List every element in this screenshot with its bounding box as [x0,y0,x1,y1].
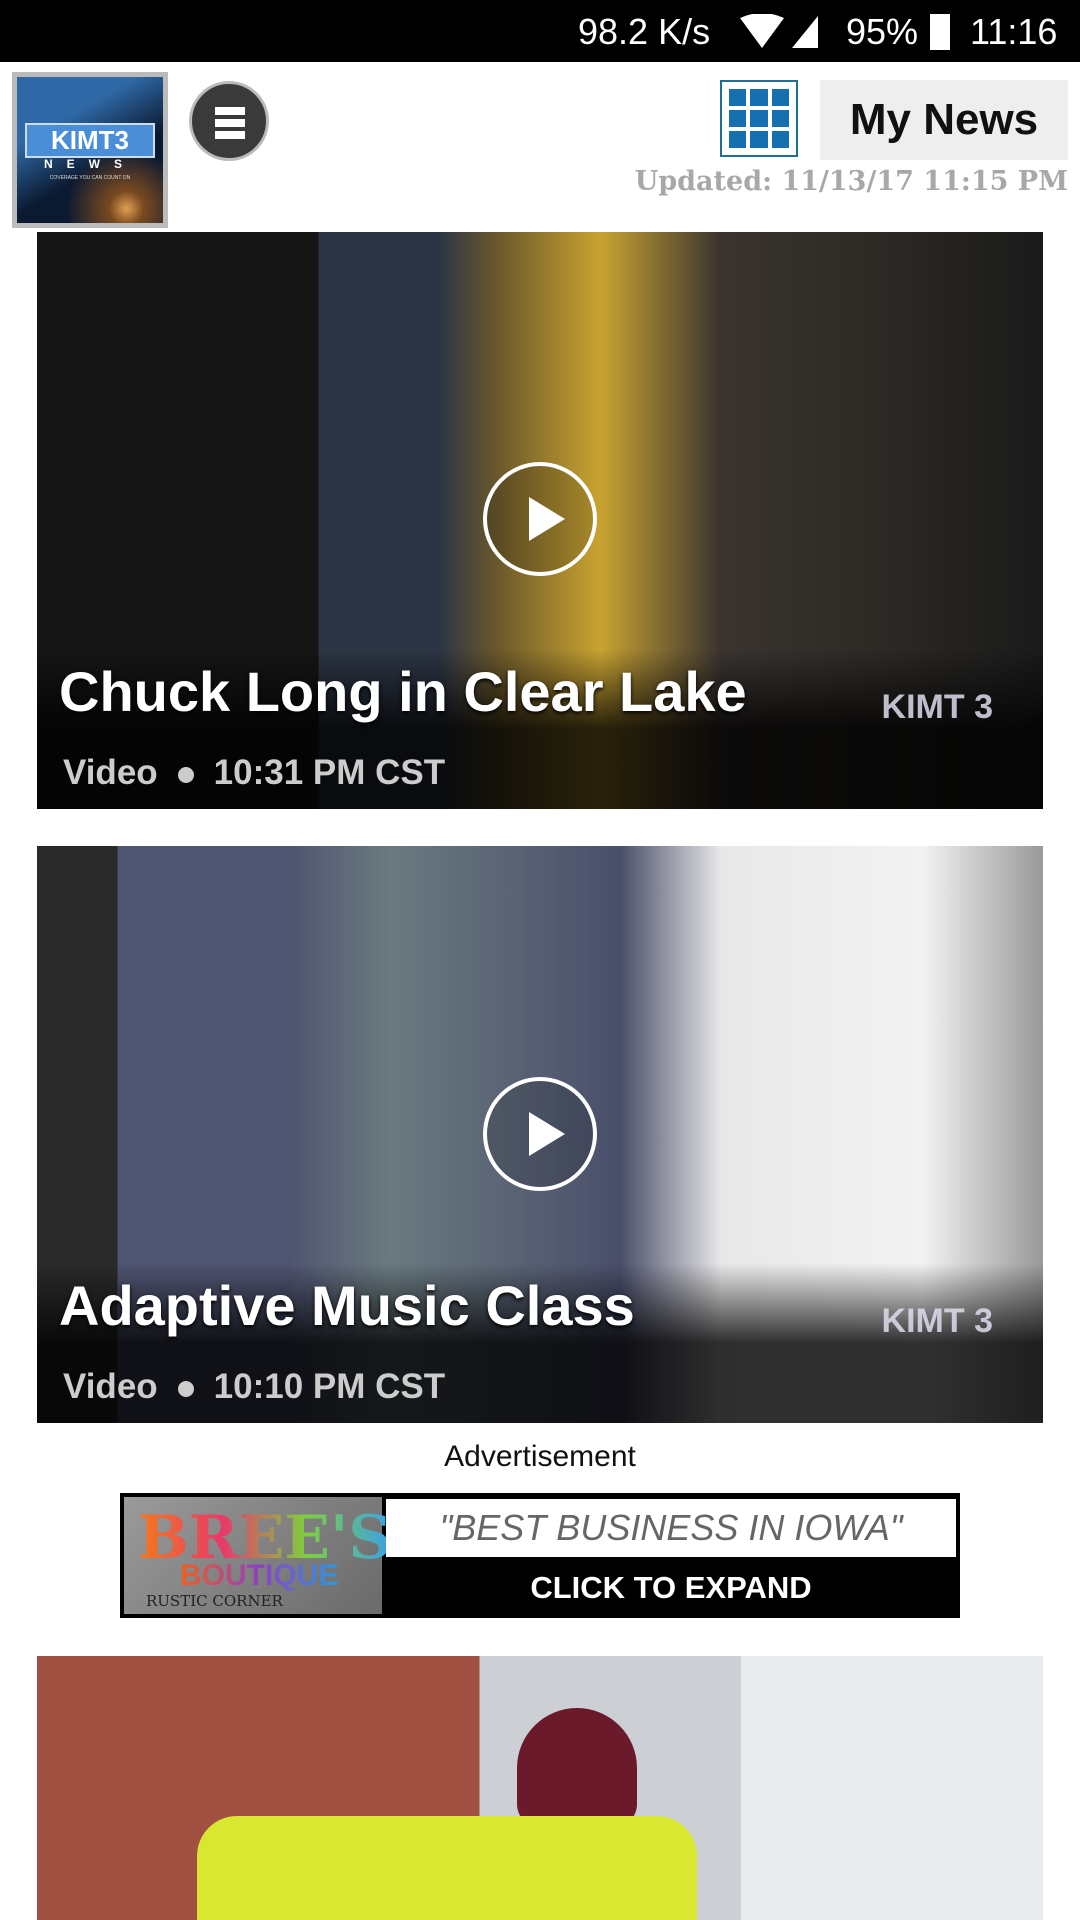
grid-view-icon[interactable] [720,80,798,157]
station-bug: KIMT 3 [881,688,993,726]
updated-timestamp: Updated: 11/13/17 11:15 PM [634,166,1068,197]
story-card[interactable]: KIMT 3 Chuck Long in Clear Lake Video 10:… [37,232,1043,809]
dot-separator [177,766,194,783]
story-meta: Video 10:31 PM CST [63,753,445,793]
story-type: Video [63,1367,158,1406]
battery-percent: 95% [846,11,919,52]
battery-icon [930,14,950,50]
story-card[interactable]: KIMT 3 Adaptive Music Class Video 10:10 P… [37,846,1043,1423]
play-icon[interactable] [483,1077,597,1191]
story-type: Video [63,753,158,792]
story-title[interactable]: Adaptive Music Class [59,1273,635,1338]
logo-sub: NEWS [44,157,136,171]
story-card[interactable] [37,1656,1043,1920]
hamburger-menu-icon[interactable] [189,81,269,161]
network-speed: 98.2 K/s [578,11,711,52]
my-news-button[interactable]: My News [820,80,1068,160]
ad-slogan: "BEST BUSINESS IN IOWA" [386,1499,956,1557]
ad-brand3: RUSTIC CORNER [146,1592,283,1610]
ad-expand-button[interactable]: CLICK TO EXPAND [386,1559,956,1614]
status-bar: 98.2 K/s 95% 11:16 [0,0,1080,62]
dot-separator [177,1380,194,1397]
logo-text: KIMT3 [25,123,155,158]
story-meta: Video 10:10 PM CST [63,1367,445,1407]
ad-brand2: BOUTIQUE [180,1559,339,1592]
ad-logo-image: BREE'S BOUTIQUE RUSTIC CORNER [124,1497,392,1614]
play-icon[interactable] [483,462,597,576]
ad-banner[interactable]: BREE'S BOUTIQUE RUSTIC CORNER "BEST BUSI… [120,1493,960,1618]
advertisement-label: Advertisement [444,1440,636,1473]
story-title[interactable]: Chuck Long in Clear Lake [59,659,747,724]
story-time: 10:31 PM CST [213,753,446,792]
wifi-icon [738,13,818,59]
logo-tagline: COVERAGE YOU CAN COUNT ON [49,175,131,181]
kimt3-logo[interactable]: KIMT3 NEWS COVERAGE YOU CAN COUNT ON [12,72,168,228]
station-bug: KIMT 3 [881,1302,993,1340]
clock: 11:16 [970,11,1058,52]
story-time: 10:10 PM CST [213,1367,446,1406]
